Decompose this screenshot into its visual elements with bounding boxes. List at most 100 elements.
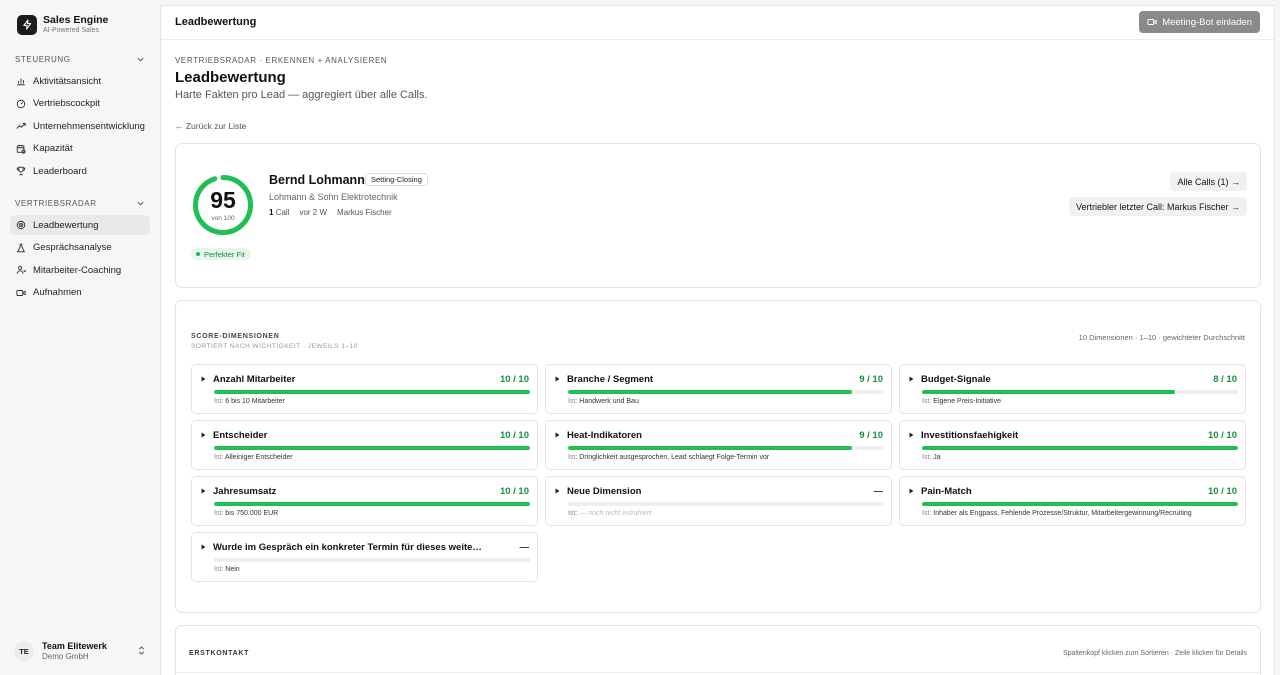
ist-value: Ja bbox=[933, 454, 941, 461]
score-dimension-row[interactable]: Branche / Segment 9 / 10 Ist: Handwerk und… bbox=[545, 364, 892, 414]
topbar: Leadbewertung Meeting-Bot einladen bbox=[161, 6, 1274, 40]
dimension-name: Branche / Segment bbox=[567, 374, 654, 385]
lead-owner: Markus Fischer bbox=[337, 208, 392, 217]
nav-section-header[interactable]: VERTRIEBSRADAR bbox=[0, 195, 160, 211]
score-dimension-row[interactable]: Budget-Signale 8 / 10 Ist: Eigene Preis-In… bbox=[899, 364, 1246, 414]
team-name: Team Elitewerk bbox=[42, 640, 107, 651]
caret-right-icon bbox=[909, 488, 914, 494]
nav-section-steuerung: STEUERUNG Aktivitätsansicht Vertriebscoc… bbox=[0, 51, 160, 181]
gauge-icon bbox=[16, 99, 26, 108]
team-switcher[interactable]: TE Team Elitewerk Demo GmbH bbox=[14, 638, 146, 664]
sidebar-item-leaderboard[interactable]: Leaderboard bbox=[10, 161, 150, 181]
score-dimension-row[interactable]: Jahresumsatz 10 / 10 Ist: bis 750.000 EUR bbox=[191, 476, 538, 526]
all-calls-button[interactable]: Alle Calls (1) → bbox=[1170, 172, 1247, 191]
score-dimension-row[interactable]: Investitionsfaehigkeit 10 / 10 Ist: Ja bbox=[899, 420, 1246, 470]
dimension-name: Wurde im Gespräch ein konkreter Termin f… bbox=[213, 542, 483, 553]
lead-meta: 1 Call vor 2 W Markus Fischer bbox=[269, 208, 392, 217]
dimension-progress-track bbox=[568, 446, 884, 450]
dimension-actual-value: Ist: Nein bbox=[214, 566, 240, 573]
dimension-progress-fill bbox=[214, 390, 530, 394]
dimension-progress-track bbox=[214, 502, 530, 506]
dimension-name: Anzahl Mitarbeiter bbox=[213, 374, 296, 385]
nav-section-title: VERTRIEBSRADAR bbox=[15, 198, 97, 208]
flask-icon bbox=[16, 243, 26, 252]
sidebar-item-label: Gesprächsanalyse bbox=[33, 242, 112, 253]
ist-value: — noch nicht extrahiert bbox=[579, 510, 652, 517]
ist-label: Ist: bbox=[922, 510, 932, 517]
score-dimension-row[interactable]: Entscheider 10 / 10 Ist: Alleiniger Entsch… bbox=[191, 420, 538, 470]
ist-label: Ist: bbox=[568, 510, 578, 517]
ist-label: Ist: bbox=[214, 454, 224, 461]
chevron-down-icon bbox=[137, 57, 144, 62]
last-call-rep-button[interactable]: Vertriebler letzter Call: Markus Fischer… bbox=[1068, 197, 1247, 216]
ist-label: Ist: bbox=[214, 510, 224, 517]
dimension-name: Investitionsfaehigkeit bbox=[921, 430, 1019, 441]
dimension-name: Heat-Indikatoren bbox=[567, 430, 642, 441]
fit-status-label: Perfekter Fit bbox=[204, 249, 245, 259]
erstkontakt-hint: Spaltenkopf klicken zum Sortieren · Zeil… bbox=[1062, 650, 1247, 657]
sidebar-item-aufnahmen[interactable]: Aufnahmen bbox=[10, 283, 150, 303]
lead-type-tag: Setting-Closing bbox=[365, 173, 428, 186]
chevrons-up-down-icon bbox=[138, 646, 145, 655]
score-dimension-row[interactable]: Neue Dimension — Ist: — noch nicht extrahi… bbox=[545, 476, 892, 526]
ist-value: Inhaber als Engpass, Fehlende Prozesse/S… bbox=[933, 510, 1192, 517]
lead-summary-card: 95 von 100 Perfekter Fit Bernd Lohmann S… bbox=[175, 143, 1261, 288]
caret-right-icon bbox=[201, 488, 206, 494]
ist-label: Ist: bbox=[922, 454, 932, 461]
nav-section-header[interactable]: STEUERUNG bbox=[0, 51, 160, 67]
page-title: Leadbewertung bbox=[175, 69, 286, 86]
page-subtitle: Harte Fakten pro Lead — aggregiert über … bbox=[175, 89, 428, 101]
dimension-progress-track bbox=[568, 502, 884, 506]
lead-calls-count: 1 Call bbox=[269, 208, 289, 217]
target-icon bbox=[16, 220, 26, 230]
dimension-score: 9 / 10 bbox=[859, 374, 883, 385]
ist-label: Ist: bbox=[922, 398, 932, 405]
sidebar-item-kapazitaet[interactable]: Kapazität bbox=[10, 139, 150, 159]
ist-value: Eigene Preis-Initiative bbox=[933, 398, 1001, 405]
dimension-progress-track bbox=[214, 558, 530, 562]
video-icon bbox=[1147, 19, 1157, 25]
sidebar-item-label: Aktivitätsansicht bbox=[33, 75, 102, 87]
dimension-name: Entscheider bbox=[213, 430, 268, 441]
dimension-score: 10 / 10 bbox=[499, 486, 529, 497]
score-dimension-row[interactable]: Pain-Match 10 / 10 Ist: Inhaber als Engpas… bbox=[899, 476, 1246, 526]
calls-count-word: Call bbox=[275, 208, 290, 217]
sidebar-item-gespraechsanalyse[interactable]: Gesprächsanalyse bbox=[10, 238, 150, 258]
invite-button-label: Meeting-Bot einladen bbox=[1162, 16, 1252, 28]
caret-right-icon bbox=[201, 544, 206, 550]
sidebar-item-leadbewertung[interactable]: Leadbewertung bbox=[10, 215, 150, 235]
dimension-actual-value: Ist: Inhaber als Engpass, Fehlende Proze… bbox=[922, 510, 1192, 517]
invite-meeting-bot-button[interactable]: Meeting-Bot einladen bbox=[1139, 11, 1260, 33]
sidebar: Sales Engine AI-Powered Sales STEUERUNG … bbox=[0, 0, 160, 675]
lead-name: Bernd Lohmann bbox=[269, 173, 365, 187]
lead-company: Lohmann & Sohn Elektrotechnik bbox=[269, 192, 398, 202]
sidebar-item-label: Aufnahmen bbox=[33, 287, 82, 298]
dimension-progress-track bbox=[214, 390, 530, 394]
nav-section-vertriebsradar: VERTRIEBSRADAR Leadbewertung Gesprächsan… bbox=[0, 195, 160, 303]
sidebar-item-unternehmensentwicklung[interactable]: Unternehmensentwicklung bbox=[10, 116, 150, 136]
dimension-progress-fill bbox=[214, 502, 530, 506]
score-dimensions-subheading: SORTIERT NACH WICHTIGKEIT · JEWEILS 1–10 bbox=[191, 343, 358, 350]
sidebar-item-label: Kapazität bbox=[33, 143, 73, 154]
sidebar-item-aktivitaetsansicht[interactable]: Aktivitätsansicht bbox=[10, 71, 150, 91]
brand[interactable]: Sales Engine AI-Powered Sales bbox=[17, 14, 108, 35]
score-dimension-row[interactable]: Wurde im Gespräch ein konkreter Termin f… bbox=[191, 532, 538, 582]
dimension-score: 9 / 10 bbox=[859, 430, 883, 441]
score-dimensions-card: SCORE-DIMENSIONEN SORTIERT NACH WICHTIGK… bbox=[175, 300, 1261, 613]
sidebar-item-label: Mitarbeiter-Coaching bbox=[33, 264, 122, 276]
brand-name: Sales Engine bbox=[43, 14, 109, 26]
dimension-actual-value: Ist: Dringlichkeit ausgesprochen, Lead s… bbox=[568, 454, 769, 461]
back-to-list-link[interactable]: ← Zurück zur Liste bbox=[175, 121, 246, 131]
dimension-score: 10 / 10 bbox=[499, 374, 529, 385]
erstkontakt-card: ERSTKONTAKT Spaltenkopf klicken zum Sort… bbox=[175, 625, 1261, 675]
score-dimension-row[interactable]: Anzahl Mitarbeiter 10 / 10 Ist: 6 bis 10 M… bbox=[191, 364, 538, 414]
sidebar-item-vertriebscockpit[interactable]: Vertriebscockpit bbox=[10, 94, 150, 114]
sidebar-item-mitarbeiter-coaching[interactable]: Mitarbeiter-Coaching bbox=[10, 260, 150, 280]
dimension-name: Jahresumsatz bbox=[213, 486, 277, 497]
caret-right-icon bbox=[555, 488, 560, 494]
score-dimensions-summary: 10 Dimensionen · 1–10 · gewichteter Durc… bbox=[1078, 333, 1245, 342]
dimension-progress-track bbox=[922, 502, 1238, 506]
ist-value: Alleiniger Entscheider bbox=[224, 454, 293, 461]
caret-right-icon bbox=[909, 432, 914, 438]
score-dimension-row[interactable]: Heat-Indikatoren 9 / 10 Ist: Dringlichkeit… bbox=[545, 420, 892, 470]
